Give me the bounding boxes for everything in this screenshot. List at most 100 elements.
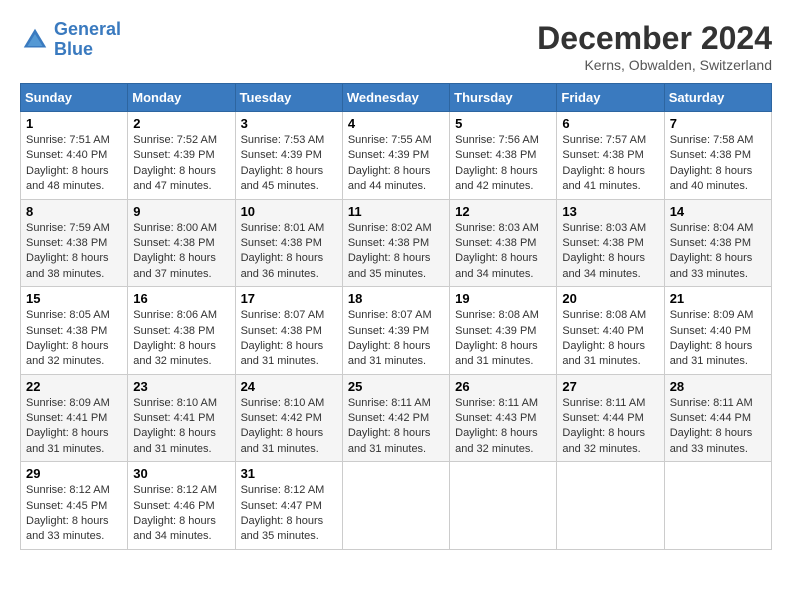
day-info: Sunrise: 8:08 AM Sunset: 4:39 PM Dayligh…: [455, 308, 551, 370]
calendar-cell: 15 Sunrise: 8:05 AM Sunset: 4:38 PM Dayl…: [21, 287, 128, 375]
day-info: Sunrise: 8:09 AM Sunset: 4:40 PM Dayligh…: [670, 308, 766, 370]
day-info: Sunrise: 7:56 AM Sunset: 4:38 PM Dayligh…: [455, 133, 551, 195]
day-info: Sunrise: 8:06 AM Sunset: 4:38 PM Dayligh…: [133, 308, 229, 370]
calendar-cell: [450, 462, 557, 550]
day-number: 2: [133, 116, 229, 131]
day-number: 15: [26, 291, 122, 306]
day-number: 24: [241, 379, 337, 394]
day-info: Sunrise: 8:11 AM Sunset: 4:42 PM Dayligh…: [348, 396, 444, 458]
calendar-cell: 19 Sunrise: 8:08 AM Sunset: 4:39 PM Dayl…: [450, 287, 557, 375]
calendar-week-row: 15 Sunrise: 8:05 AM Sunset: 4:38 PM Dayl…: [21, 287, 772, 375]
day-number: 18: [348, 291, 444, 306]
day-number: 6: [562, 116, 658, 131]
day-info: Sunrise: 8:03 AM Sunset: 4:38 PM Dayligh…: [455, 221, 551, 283]
calendar-cell: 21 Sunrise: 8:09 AM Sunset: 4:40 PM Dayl…: [664, 287, 771, 375]
day-info: Sunrise: 8:11 AM Sunset: 4:44 PM Dayligh…: [562, 396, 658, 458]
day-number: 28: [670, 379, 766, 394]
calendar-cell: 2 Sunrise: 7:52 AM Sunset: 4:39 PM Dayli…: [128, 112, 235, 200]
logo: General Blue: [20, 20, 121, 60]
calendar-cell: 20 Sunrise: 8:08 AM Sunset: 4:40 PM Dayl…: [557, 287, 664, 375]
day-info: Sunrise: 8:04 AM Sunset: 4:38 PM Dayligh…: [670, 221, 766, 283]
day-number: 3: [241, 116, 337, 131]
day-number: 10: [241, 204, 337, 219]
calendar-cell: 27 Sunrise: 8:11 AM Sunset: 4:44 PM Dayl…: [557, 374, 664, 462]
calendar-cell: 12 Sunrise: 8:03 AM Sunset: 4:38 PM Dayl…: [450, 199, 557, 287]
day-info: Sunrise: 7:55 AM Sunset: 4:39 PM Dayligh…: [348, 133, 444, 195]
calendar-cell: 24 Sunrise: 8:10 AM Sunset: 4:42 PM Dayl…: [235, 374, 342, 462]
day-number: 17: [241, 291, 337, 306]
day-number: 11: [348, 204, 444, 219]
calendar-cell: 18 Sunrise: 8:07 AM Sunset: 4:39 PM Dayl…: [342, 287, 449, 375]
day-number: 21: [670, 291, 766, 306]
calendar-cell: 5 Sunrise: 7:56 AM Sunset: 4:38 PM Dayli…: [450, 112, 557, 200]
day-info: Sunrise: 7:58 AM Sunset: 4:38 PM Dayligh…: [670, 133, 766, 195]
day-number: 30: [133, 466, 229, 481]
col-header-saturday: Saturday: [664, 84, 771, 112]
day-number: 20: [562, 291, 658, 306]
day-info: Sunrise: 8:01 AM Sunset: 4:38 PM Dayligh…: [241, 221, 337, 283]
page-header: General Blue December 2024 Kerns, Obwald…: [20, 20, 772, 73]
calendar-cell: 29 Sunrise: 8:12 AM Sunset: 4:45 PM Dayl…: [21, 462, 128, 550]
calendar-cell: 17 Sunrise: 8:07 AM Sunset: 4:38 PM Dayl…: [235, 287, 342, 375]
day-number: 4: [348, 116, 444, 131]
col-header-thursday: Thursday: [450, 84, 557, 112]
calendar-cell: [557, 462, 664, 550]
day-info: Sunrise: 8:05 AM Sunset: 4:38 PM Dayligh…: [26, 308, 122, 370]
day-info: Sunrise: 8:07 AM Sunset: 4:39 PM Dayligh…: [348, 308, 444, 370]
calendar-cell: 4 Sunrise: 7:55 AM Sunset: 4:39 PM Dayli…: [342, 112, 449, 200]
calendar-week-row: 29 Sunrise: 8:12 AM Sunset: 4:45 PM Dayl…: [21, 462, 772, 550]
col-header-monday: Monday: [128, 84, 235, 112]
day-number: 9: [133, 204, 229, 219]
col-header-tuesday: Tuesday: [235, 84, 342, 112]
day-number: 7: [670, 116, 766, 131]
day-number: 5: [455, 116, 551, 131]
day-info: Sunrise: 8:10 AM Sunset: 4:41 PM Dayligh…: [133, 396, 229, 458]
col-header-wednesday: Wednesday: [342, 84, 449, 112]
day-number: 25: [348, 379, 444, 394]
day-number: 12: [455, 204, 551, 219]
day-number: 19: [455, 291, 551, 306]
calendar-week-row: 22 Sunrise: 8:09 AM Sunset: 4:41 PM Dayl…: [21, 374, 772, 462]
calendar-cell: 11 Sunrise: 8:02 AM Sunset: 4:38 PM Dayl…: [342, 199, 449, 287]
day-number: 1: [26, 116, 122, 131]
calendar-cell: 22 Sunrise: 8:09 AM Sunset: 4:41 PM Dayl…: [21, 374, 128, 462]
day-number: 16: [133, 291, 229, 306]
day-number: 14: [670, 204, 766, 219]
day-number: 26: [455, 379, 551, 394]
day-info: Sunrise: 8:07 AM Sunset: 4:38 PM Dayligh…: [241, 308, 337, 370]
calendar-week-row: 1 Sunrise: 7:51 AM Sunset: 4:40 PM Dayli…: [21, 112, 772, 200]
calendar-cell: 9 Sunrise: 8:00 AM Sunset: 4:38 PM Dayli…: [128, 199, 235, 287]
calendar-cell: [342, 462, 449, 550]
col-header-friday: Friday: [557, 84, 664, 112]
calendar-cell: 30 Sunrise: 8:12 AM Sunset: 4:46 PM Dayl…: [128, 462, 235, 550]
calendar-cell: 1 Sunrise: 7:51 AM Sunset: 4:40 PM Dayli…: [21, 112, 128, 200]
logo-text: General Blue: [54, 20, 121, 60]
day-info: Sunrise: 8:10 AM Sunset: 4:42 PM Dayligh…: [241, 396, 337, 458]
day-info: Sunrise: 8:03 AM Sunset: 4:38 PM Dayligh…: [562, 221, 658, 283]
calendar-cell: 13 Sunrise: 8:03 AM Sunset: 4:38 PM Dayl…: [557, 199, 664, 287]
calendar-table: SundayMondayTuesdayWednesdayThursdayFrid…: [20, 83, 772, 550]
calendar-cell: 3 Sunrise: 7:53 AM Sunset: 4:39 PM Dayli…: [235, 112, 342, 200]
day-info: Sunrise: 8:11 AM Sunset: 4:43 PM Dayligh…: [455, 396, 551, 458]
calendar-cell: 7 Sunrise: 7:58 AM Sunset: 4:38 PM Dayli…: [664, 112, 771, 200]
month-title: December 2024: [537, 20, 772, 57]
day-info: Sunrise: 7:59 AM Sunset: 4:38 PM Dayligh…: [26, 221, 122, 283]
day-info: Sunrise: 8:09 AM Sunset: 4:41 PM Dayligh…: [26, 396, 122, 458]
location: Kerns, Obwalden, Switzerland: [537, 57, 772, 73]
calendar-cell: 8 Sunrise: 7:59 AM Sunset: 4:38 PM Dayli…: [21, 199, 128, 287]
day-number: 31: [241, 466, 337, 481]
day-info: Sunrise: 7:53 AM Sunset: 4:39 PM Dayligh…: [241, 133, 337, 195]
calendar-cell: [664, 462, 771, 550]
calendar-cell: 25 Sunrise: 8:11 AM Sunset: 4:42 PM Dayl…: [342, 374, 449, 462]
day-info: Sunrise: 8:12 AM Sunset: 4:45 PM Dayligh…: [26, 483, 122, 545]
day-number: 13: [562, 204, 658, 219]
calendar-cell: 10 Sunrise: 8:01 AM Sunset: 4:38 PM Dayl…: [235, 199, 342, 287]
calendar-header-row: SundayMondayTuesdayWednesdayThursdayFrid…: [21, 84, 772, 112]
day-info: Sunrise: 8:12 AM Sunset: 4:46 PM Dayligh…: [133, 483, 229, 545]
day-number: 23: [133, 379, 229, 394]
calendar-cell: 26 Sunrise: 8:11 AM Sunset: 4:43 PM Dayl…: [450, 374, 557, 462]
day-info: Sunrise: 8:11 AM Sunset: 4:44 PM Dayligh…: [670, 396, 766, 458]
calendar-cell: 14 Sunrise: 8:04 AM Sunset: 4:38 PM Dayl…: [664, 199, 771, 287]
logo-icon: [20, 25, 50, 55]
day-info: Sunrise: 8:12 AM Sunset: 4:47 PM Dayligh…: [241, 483, 337, 545]
